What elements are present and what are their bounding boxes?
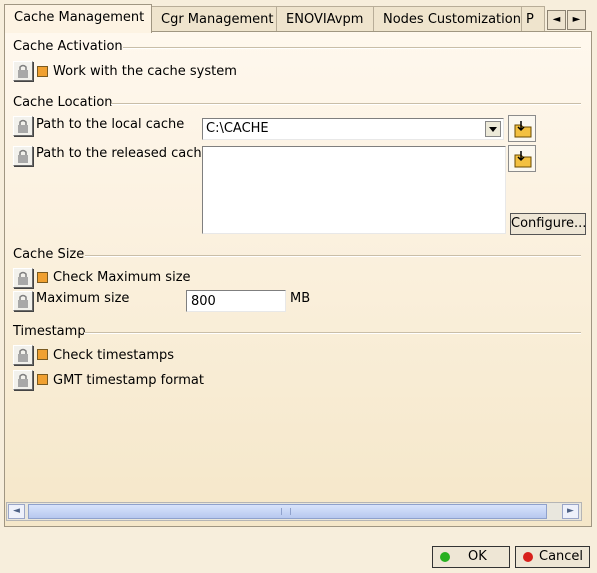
ok-button[interactable]: OK (432, 546, 510, 568)
cancel-status-icon (523, 552, 533, 562)
lock-icon (18, 149, 28, 163)
section-divider (84, 332, 581, 334)
lock-icon (18, 348, 28, 362)
section-title-timestamp: Timestamp (13, 324, 86, 339)
local-cache-value: C:\CACHE (206, 121, 269, 136)
chevron-down-icon[interactable] (485, 121, 501, 137)
check-max-size-label: Check Maximum size (53, 270, 191, 285)
check-timestamps-label: Check timestamps (53, 348, 175, 363)
cancel-button[interactable]: Cancel (515, 546, 590, 568)
max-size-label: Maximum size (36, 291, 130, 306)
local-cache-label: Path to the local cache (36, 117, 185, 132)
tab-cache-management[interactable]: Cache Management (4, 4, 152, 33)
tab-scroll-right-button[interactable]: ► (567, 10, 586, 30)
lock-icon (18, 271, 28, 285)
lock-icon (18, 294, 28, 308)
tab-panel: Cache Activation Work with the cache sys… (4, 31, 592, 527)
gmt-format-label: GMT timestamp format (53, 373, 204, 388)
lock-button-gmt-format[interactable] (13, 370, 33, 390)
folder-browse-icon (514, 151, 532, 168)
scroll-left-button[interactable]: ◄ (8, 504, 25, 519)
check-timestamps-checkbox[interactable] (37, 349, 48, 360)
section-divider (111, 103, 581, 105)
lock-button-local-cache[interactable] (13, 116, 33, 136)
work-with-cache-label: Work with the cache system (53, 64, 237, 79)
lock-button-max-size[interactable] (13, 291, 33, 311)
max-size-value: 800 (191, 294, 216, 309)
lock-button-check-max-size[interactable] (13, 268, 33, 288)
section-divider (123, 47, 581, 49)
check-max-size-checkbox[interactable] (37, 272, 48, 283)
section-divider (85, 255, 581, 257)
browse-released-cache-button[interactable] (508, 145, 536, 172)
configure-button[interactable]: Configure... (510, 213, 586, 235)
folder-browse-icon (514, 121, 532, 138)
browse-local-cache-button[interactable] (508, 115, 536, 142)
tab-bar: Cache Management Cgr Management ENOVIAvp… (4, 4, 593, 33)
section-title-cache-activation: Cache Activation (13, 39, 123, 54)
max-size-unit: MB (290, 291, 311, 306)
horizontal-scrollbar[interactable]: ◄ ► (6, 502, 582, 521)
grip-icon (281, 508, 291, 515)
max-size-input[interactable]: 800 (186, 290, 286, 312)
lock-button-work-with-cache[interactable] (13, 61, 33, 81)
ok-label: OK (468, 549, 487, 564)
tab-cgr-management[interactable]: Cgr Management (151, 6, 277, 31)
released-cache-textarea[interactable] (202, 146, 506, 234)
gmt-format-checkbox[interactable] (37, 374, 48, 385)
lock-button-check-timestamps[interactable] (13, 345, 33, 365)
section-title-cache-location: Cache Location (13, 95, 113, 110)
scroll-thumb[interactable] (28, 504, 547, 519)
cancel-label: Cancel (539, 549, 584, 564)
lock-button-released-cache[interactable] (13, 146, 33, 166)
work-with-cache-checkbox[interactable] (37, 66, 48, 77)
ok-status-icon (440, 552, 450, 562)
tab-scroll-left-button[interactable]: ◄ (547, 10, 566, 30)
tab-partial[interactable]: P (521, 6, 545, 31)
lock-icon (18, 119, 28, 133)
scroll-right-button[interactable]: ► (562, 504, 579, 519)
tab-nodes-customization[interactable]: Nodes Customization (373, 6, 522, 31)
tab-enoviavpm[interactable]: ENOVIAvpm (276, 6, 374, 31)
local-cache-combo[interactable]: C:\CACHE (202, 118, 504, 140)
section-title-cache-size: Cache Size (13, 247, 85, 262)
lock-icon (18, 64, 28, 78)
lock-icon (18, 373, 28, 387)
released-cache-label: Path to the released cache (36, 146, 210, 161)
